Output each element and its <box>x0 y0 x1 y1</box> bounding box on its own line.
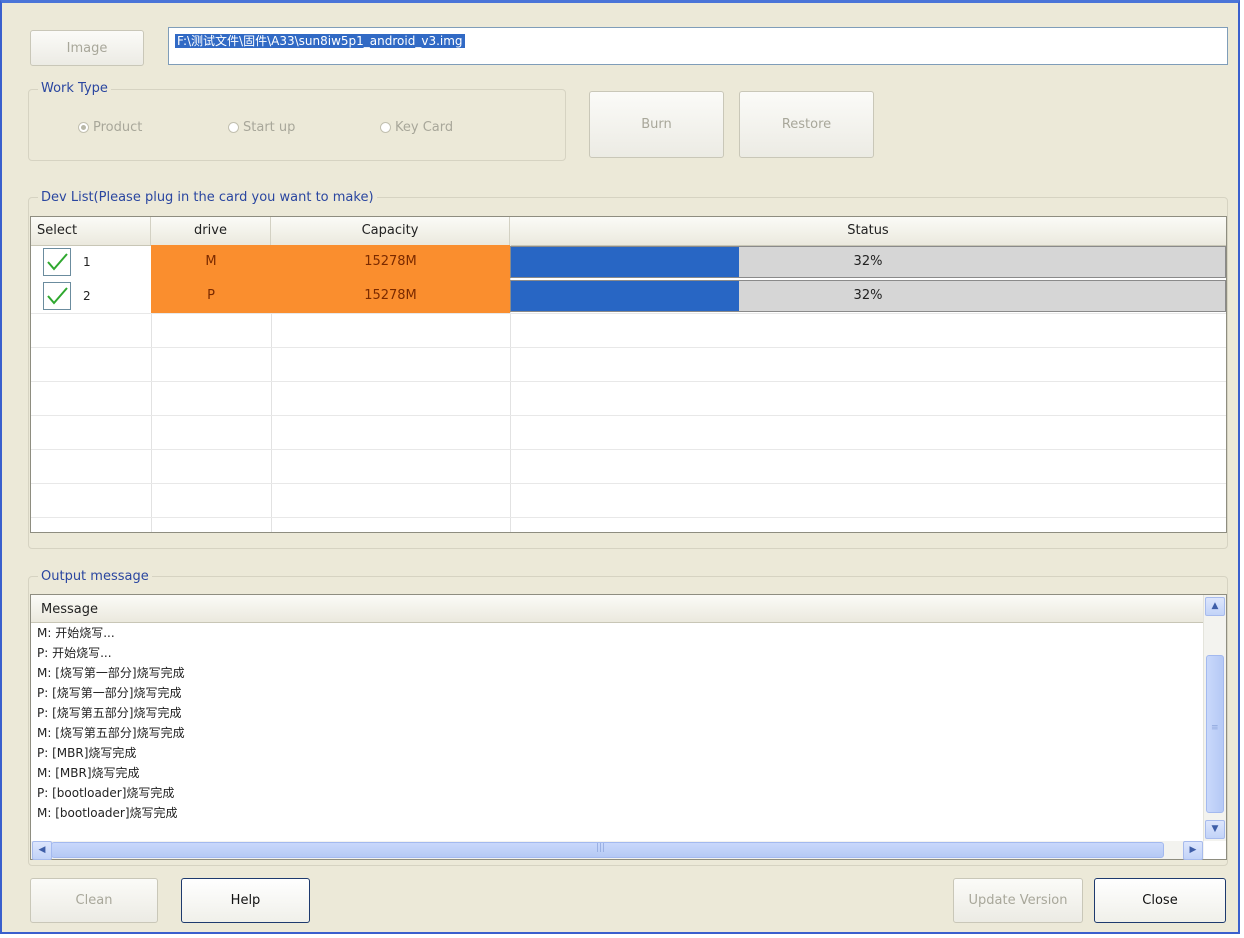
checkmark-icon <box>47 287 68 305</box>
drive-cell: M <box>151 245 271 279</box>
grid-line <box>31 449 1226 450</box>
capacity-cell: 15278M <box>271 279 510 313</box>
device-table-header: Select drive Capacity Status <box>31 217 1226 246</box>
grid-line <box>31 415 1226 416</box>
radio-product-label: Product <box>93 120 143 135</box>
scroll-left-button[interactable]: ◀ <box>32 841 52 860</box>
capacity-cell: 15278M <box>271 245 510 279</box>
grid-line <box>31 517 1226 518</box>
list-item: P: [烧写第一部分]烧写完成 <box>37 686 182 700</box>
drive-cell: P <box>151 279 271 313</box>
column-status[interactable]: Status <box>510 217 1226 245</box>
grip-icon: ||| <box>596 843 606 853</box>
row-index: 2 <box>83 289 91 303</box>
work-type-legend: Work Type <box>38 81 111 97</box>
list-item: M: [烧写第五部分]烧写完成 <box>37 726 185 740</box>
radio-key-card-label: Key Card <box>395 120 454 135</box>
radio-dot-product <box>78 122 89 133</box>
list-item: M: [MBR]烧写完成 <box>37 766 140 780</box>
column-select[interactable]: Select <box>31 217 151 245</box>
dev-list-legend: Dev List(Please plug in the card you wan… <box>38 190 377 206</box>
device-table: Select drive Capacity Status 1 M 15278M <box>30 216 1227 533</box>
row-index: 1 <box>83 255 91 269</box>
message-list[interactable]: Message M: 开始烧写... P: 开始烧写... M: [烧写第一部分… <box>30 594 1227 860</box>
main-window: Image F:\测试文件\固件\A33\sun8iw5p1_android_v… <box>0 0 1240 934</box>
list-item: P: 开始烧写... <box>37 646 112 660</box>
radio-dot-start-up <box>228 122 239 133</box>
vertical-scroll-thumb[interactable] <box>1206 655 1224 813</box>
close-button[interactable]: Close <box>1094 878 1226 923</box>
column-drive[interactable]: drive <box>151 217 271 245</box>
grid-line <box>31 313 1226 314</box>
grid-line <box>31 347 1226 348</box>
message-column-header[interactable]: Message <box>31 595 1203 623</box>
grid-line <box>31 483 1226 484</box>
radio-start-up[interactable]: Start up <box>228 120 295 135</box>
list-item: M: [烧写第一部分]烧写完成 <box>37 666 185 680</box>
update-version-button[interactable]: Update Version <box>953 878 1083 923</box>
horizontal-scrollbar[interactable]: ◀ ||| ▶ <box>31 841 1204 860</box>
help-button[interactable]: Help <box>181 878 310 923</box>
row-checkbox[interactable] <box>43 248 71 276</box>
horizontal-scroll-thumb[interactable] <box>51 842 1164 858</box>
grid-line <box>31 381 1226 382</box>
output-legend: Output message <box>38 569 152 585</box>
image-button[interactable]: Image <box>30 30 144 66</box>
table-row[interactable]: 1 M 15278M 32% <box>31 245 1226 279</box>
image-path-input[interactable]: F:\测试文件\固件\A33\sun8iw5p1_android_v3.img <box>168 27 1228 65</box>
restore-button[interactable]: Restore <box>739 91 874 158</box>
grip-icon: ≡ <box>1211 723 1219 733</box>
list-item: M: [bootloader]烧写完成 <box>37 806 178 820</box>
checkmark-icon <box>47 253 68 271</box>
radio-product[interactable]: Product <box>78 120 142 135</box>
list-item: P: [MBR]烧写完成 <box>37 746 137 760</box>
row-checkbox[interactable] <box>43 282 71 310</box>
image-path-text: F:\测试文件\固件\A33\sun8iw5p1_android_v3.img <box>175 34 465 48</box>
status-progress-bar: 32% <box>510 246 1226 278</box>
table-row[interactable]: 2 P 15278M 32% <box>31 279 1226 313</box>
status-progress-bar: 32% <box>510 280 1226 312</box>
select-cell[interactable]: 1 <box>31 245 151 279</box>
burn-button[interactable]: Burn <box>589 91 724 158</box>
progress-text: 32% <box>853 254 883 269</box>
scroll-down-button[interactable]: ▼ <box>1205 820 1225 839</box>
column-capacity[interactable]: Capacity <box>271 217 510 245</box>
radio-dot-key-card <box>380 122 391 133</box>
radio-start-up-label: Start up <box>243 120 296 135</box>
list-item: P: [烧写第五部分]烧写完成 <box>37 706 182 720</box>
vertical-scrollbar[interactable]: ▲ ≡ ▼ <box>1203 595 1226 841</box>
select-cell[interactable]: 2 <box>31 279 151 313</box>
clean-button[interactable]: Clean <box>30 878 158 923</box>
scroll-right-button[interactable]: ▶ <box>1183 841 1203 860</box>
message-lines: M: 开始烧写... P: 开始烧写... M: [烧写第一部分]烧写完成 P:… <box>37 623 1197 823</box>
list-item: M: 开始烧写... <box>37 626 115 640</box>
list-item: P: [bootloader]烧写完成 <box>37 786 175 800</box>
progress-text: 32% <box>853 288 883 303</box>
scroll-up-button[interactable]: ▲ <box>1205 597 1225 616</box>
radio-key-card[interactable]: Key Card <box>380 120 453 135</box>
